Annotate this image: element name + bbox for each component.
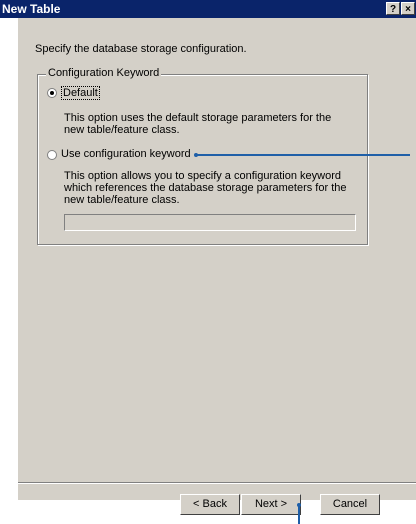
default-description: This option uses the default storage par… xyxy=(64,112,332,136)
default-radio[interactable] xyxy=(47,88,57,98)
help-button[interactable]: ? xyxy=(386,2,400,15)
group-legend: Configuration Keyword xyxy=(46,67,162,79)
left-margin xyxy=(0,18,18,500)
back-button[interactable]: < Back xyxy=(180,494,240,515)
callout-line-next xyxy=(298,505,300,524)
intro-text: Specify the database storage configurati… xyxy=(35,43,247,55)
cancel-button[interactable]: Cancel xyxy=(320,494,380,515)
back-label: Back xyxy=(202,498,227,510)
close-button[interactable]: × xyxy=(401,2,415,15)
next-button[interactable]: Next > xyxy=(241,494,301,515)
callout-line-keyword xyxy=(196,154,410,156)
keyword-radio[interactable] xyxy=(47,150,57,160)
next-label: Next xyxy=(254,498,278,510)
button-separator xyxy=(18,482,416,484)
configuration-keyword-field[interactable] xyxy=(64,214,356,231)
dialog-title: New Table xyxy=(2,2,61,16)
title-bar[interactable]: New Table ? × xyxy=(0,0,416,18)
keyword-description: This option allows you to specify a conf… xyxy=(64,170,347,206)
keyword-radio-label[interactable]: Use configuration keyword xyxy=(61,148,191,160)
default-radio-label[interactable]: Default xyxy=(61,86,100,100)
new-table-dialog: New Table ? × Specify the database stora… xyxy=(0,0,416,515)
